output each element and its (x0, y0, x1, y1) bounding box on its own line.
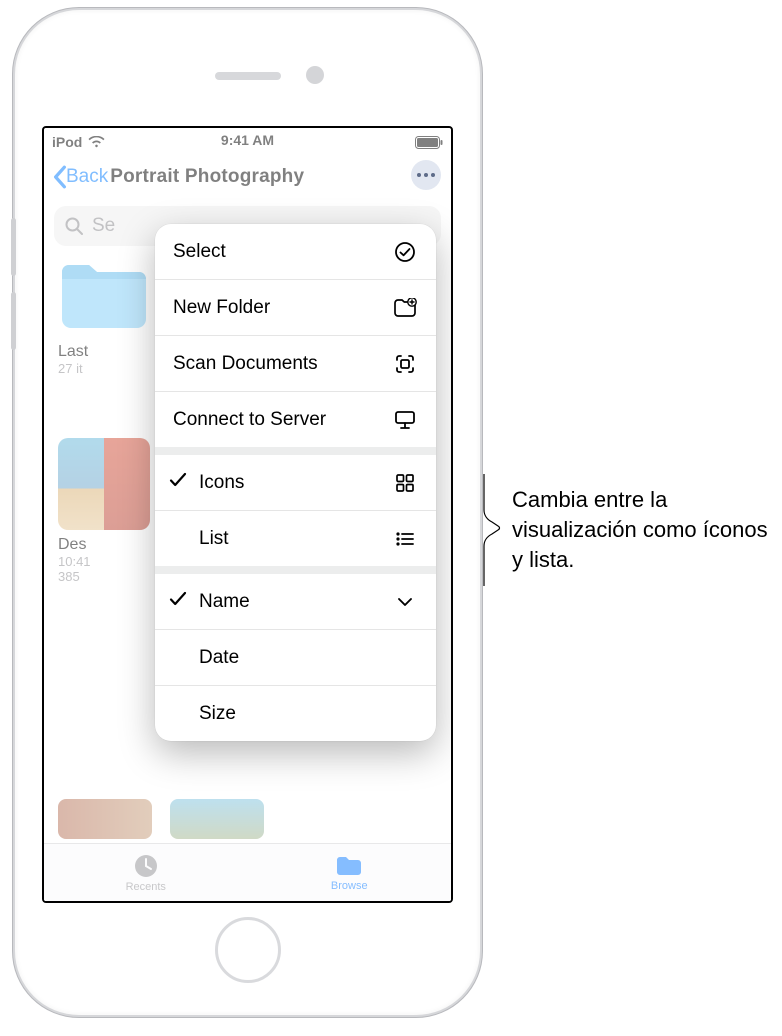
callout: Cambia entre la visualización como ícono… (482, 472, 782, 588)
home-button[interactable] (215, 917, 281, 983)
list-icon (392, 531, 418, 547)
new-folder-icon (392, 298, 418, 318)
menu-item-new-folder[interactable]: New Folder (155, 280, 436, 335)
ellipsis-icon (417, 173, 435, 177)
screen: iPod 9:41 AM Back Portrait Photography (42, 126, 453, 903)
menu-item-view-list[interactable]: List (155, 511, 436, 566)
volume-down-button (11, 292, 16, 350)
device-frame: iPod 9:41 AM Back Portrait Photography (15, 10, 480, 1015)
menu-item-sort-name[interactable]: Name (155, 574, 436, 629)
menu-item-sort-date[interactable]: Date (155, 630, 436, 685)
front-camera (306, 66, 324, 84)
callout-bracket-icon (482, 472, 502, 588)
callout-text: Cambia entre la visualización como ícono… (512, 485, 782, 574)
grid-icon (392, 473, 418, 493)
chevron-down-icon (392, 597, 418, 607)
menu-item-sort-size[interactable]: Size (155, 686, 436, 741)
select-icon (392, 241, 418, 263)
volume-up-button (11, 218, 16, 276)
scan-icon (392, 353, 418, 375)
checkmark-icon (169, 472, 187, 494)
menu-item-select[interactable]: Select (155, 224, 436, 279)
menu-item-view-icons[interactable]: Icons (155, 455, 436, 510)
menu-item-scan-documents[interactable]: Scan Documents (155, 336, 436, 391)
context-menu: Select New Folder Scan Documents (155, 224, 436, 741)
more-button[interactable] (411, 160, 441, 190)
menu-item-connect-server[interactable]: Connect to Server (155, 392, 436, 447)
speaker-grille (215, 72, 281, 80)
checkmark-icon (169, 591, 187, 613)
server-icon (392, 410, 418, 430)
